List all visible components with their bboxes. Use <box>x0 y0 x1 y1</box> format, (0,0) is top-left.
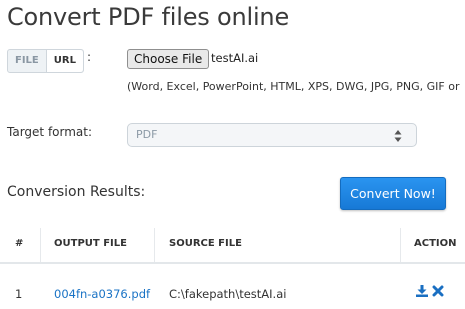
target-format-value: PDF <box>136 128 158 141</box>
choose-file-button[interactable]: Choose File <box>127 49 210 69</box>
source-type-toggle: FILE URL <box>7 49 84 73</box>
source-file-path: C:\fakepath\testAI.ai <box>169 287 287 301</box>
delete-icon[interactable] <box>432 285 444 297</box>
col-index: # <box>15 238 24 249</box>
source-colon: : <box>87 50 92 64</box>
output-file-link[interactable]: 004fn-a0376.pdf <box>54 287 150 301</box>
tab-url[interactable]: URL <box>45 50 83 72</box>
conversion-results-label: Conversion Results: <box>7 184 146 200</box>
column-divider <box>154 228 155 262</box>
supported-formats-text: (Word, Excel, PowerPoint, HTML, XPS, DWG… <box>127 80 460 93</box>
table-header: # OUTPUT FILE SOURCE FILE ACTION <box>0 228 465 264</box>
col-output-file: OUTPUT FILE <box>54 238 127 249</box>
convert-now-button[interactable]: Convert Now! <box>340 177 446 210</box>
target-format-label: Target format: <box>7 125 93 139</box>
col-action: ACTION <box>414 238 457 249</box>
column-divider <box>40 228 41 262</box>
select-arrows-icon <box>394 130 402 142</box>
results-table: # OUTPUT FILE SOURCE FILE ACTION <box>0 228 465 264</box>
row-index: 1 <box>15 287 23 301</box>
page-title: Convert PDF files online <box>7 3 290 31</box>
col-source-file: SOURCE FILE <box>169 238 242 249</box>
chosen-file-name: testAI.ai <box>211 51 259 65</box>
target-format-select[interactable]: PDF <box>127 123 417 147</box>
tab-file[interactable]: FILE <box>8 50 46 72</box>
column-divider <box>400 228 401 262</box>
download-icon[interactable] <box>416 285 428 297</box>
